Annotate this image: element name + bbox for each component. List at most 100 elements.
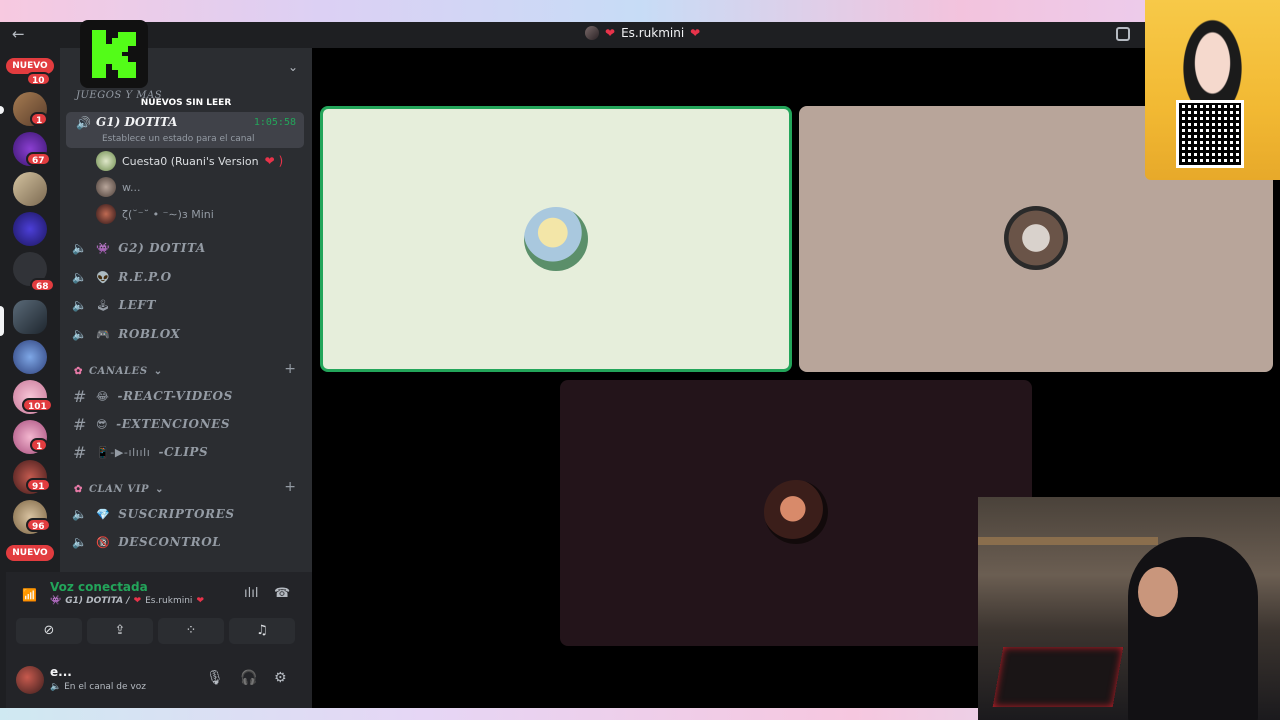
microphone-icon[interactable]: 🎙 <box>206 670 224 686</box>
speaker-icon: 🔈 <box>72 270 88 284</box>
server-icon[interactable] <box>13 340 47 374</box>
add-channel-icon[interactable]: + <box>284 479 296 495</box>
channel-emoji: 📱-▶︎-ılıılı <box>96 445 151 459</box>
server-icon[interactable] <box>13 212 47 246</box>
user-panel: e... 🔈 En el canal de voz 🎙 🎧 ⚙ <box>6 656 312 708</box>
user-status: 🔈 En el canal de voz <box>50 682 146 692</box>
arrow-left-icon[interactable]: ← <box>12 25 25 43</box>
add-channel-icon[interactable]: + <box>284 361 296 377</box>
speaker-icon: 🔈 <box>72 298 88 312</box>
heart-icon: ❤ ) <box>264 154 284 168</box>
voice-member[interactable]: w... <box>96 176 140 198</box>
noise-suppression-icon[interactable]: ılıl <box>244 586 258 601</box>
category-clan-vip[interactable]: ✿ CLAN VIP ⌄ <box>74 480 164 498</box>
voice-channel-descontrol[interactable]: 🔈 🔞 DESCONTROL <box>72 530 221 554</box>
voice-channel-active[interactable]: 🔊 G1) DOTITA 1:05:58 Establece un estado… <box>66 112 304 148</box>
channel-name: DESCONTROL <box>118 535 222 549</box>
text-channel-react-videos[interactable]: # 😂 -REACT-VIDEOS <box>72 384 233 408</box>
webcam-overlay <box>978 497 1280 720</box>
user-name[interactable]: e... <box>50 665 72 679</box>
avatar[interactable] <box>16 666 44 694</box>
member-name: w... <box>122 180 141 194</box>
participant-tile[interactable] <box>560 380 1032 646</box>
speaker-icon: 🔊 <box>76 116 91 130</box>
voice-member[interactable]: ζ(˘⁻˘ • ⁻∼)ɜ Mini <box>96 203 214 225</box>
speaker-icon: 🔈 <box>72 327 88 341</box>
unread-indicator <box>0 106 4 114</box>
avatar <box>96 177 116 197</box>
member-name: ζ(˘⁻˘ • ⁻∼)ɜ Mini <box>122 207 214 221</box>
voice-member[interactable]: Cuesta0 (Ruani's Version ❤ ) <box>96 150 283 172</box>
selected-indicator <box>0 306 4 336</box>
title-center: ❤ Es.rukmini ❤ <box>585 26 700 40</box>
category-name: CLAN VIP <box>88 483 150 495</box>
hash-icon: # <box>72 414 87 434</box>
stream-frame-top <box>0 0 1280 22</box>
voice-channel-repo[interactable]: 🔈 👽 R.E.P.O <box>72 265 172 289</box>
speaker-icon: 🔈 <box>72 535 88 549</box>
screen-share-icon[interactable] <box>1116 27 1130 41</box>
heart-icon: ❤ <box>690 26 701 40</box>
heart-icon: ❤ <box>133 596 142 606</box>
channel-name: -REACT-VIDEOS <box>117 389 233 403</box>
unread-tooltip[interactable]: NUEVOS SIN LEER <box>68 98 304 114</box>
camera-off-button[interactable]: ⊘ <box>16 618 82 644</box>
speaker-icon: 🔈 <box>72 241 88 255</box>
text-channel-extenciones[interactable]: # 😎 -EXTENCIONES <box>72 412 230 436</box>
category-canales[interactable]: ✿ CANALES ⌄ <box>74 362 163 380</box>
mention-badge: 91 <box>26 478 51 492</box>
voice-channel-g2[interactable]: 🔈 👾 G2) DOTITA <box>72 236 206 260</box>
channel-sidebar: ⌄ JUEGOS Y MAS NUEVOS SIN LEER 🔊 G1) DOT… <box>60 48 312 572</box>
channel-emoji: 👾 <box>50 596 62 606</box>
headset-icon[interactable]: 🎧 <box>240 670 257 686</box>
voice-channel-suscriptores[interactable]: 🔈 💎 SUSCRIPTORES <box>72 502 235 526</box>
channel-name: ROBLOX <box>118 327 181 341</box>
channel-emoji: 😎 <box>96 417 109 431</box>
title-bar: ← ❤ Es.rukmini ❤ <box>0 22 1280 48</box>
hash-icon: # <box>72 442 87 462</box>
signal-icon[interactable]: 📶 <box>22 588 37 602</box>
server-icon-active[interactable] <box>13 300 47 334</box>
chevron-down-icon: ⌄ <box>153 365 163 377</box>
share-screen-button[interactable]: ⇪ <box>87 618 153 644</box>
text-channel-clips[interactable]: # 📱-▶︎-ılıılı -CLIPS <box>72 440 208 464</box>
soundboard-button[interactable]: ♫ <box>229 618 295 644</box>
mention-badge: 101 <box>22 398 53 412</box>
voice-channel-left[interactable]: 🔈 🕹 LEFT <box>72 293 156 317</box>
mention-badge: 68 <box>30 278 55 292</box>
mention-badge: 1 <box>30 438 49 452</box>
channel-emoji: 💎 <box>96 507 111 521</box>
avatar <box>764 480 828 544</box>
voice-channel-path: G1) DOTITA / <box>65 596 130 606</box>
server-icon[interactable] <box>13 172 47 206</box>
channel-name: SUSCRIPTORES <box>118 507 235 521</box>
channel-emoji: 👾 <box>96 241 111 255</box>
voice-connected-title[interactable]: Voz conectada <box>50 580 148 594</box>
disconnect-icon[interactable]: ☎ <box>274 586 290 601</box>
participant-tile-speaking[interactable] <box>320 106 792 372</box>
title-avatar <box>585 26 599 40</box>
gear-icon[interactable]: ⚙ <box>274 670 287 686</box>
channel-emoji: 👽 <box>96 270 111 284</box>
chevron-down-icon[interactable]: ⌄ <box>288 60 298 74</box>
category-name: CANALES <box>88 365 148 377</box>
avatar <box>96 151 116 171</box>
member-name: Cuesta0 (Ruani's Version <box>122 154 259 168</box>
voice-channel-roblox[interactable]: 🔈 🎮 ROBLOX <box>72 322 180 346</box>
channel-status[interactable]: Establece un estado para el canal <box>102 134 255 144</box>
shelf <box>978 537 1158 545</box>
window-title: Es.rukmini <box>621 26 685 40</box>
channel-emoji: 🕹 <box>96 298 111 312</box>
mention-badge: 67 <box>26 152 51 166</box>
mention-badge: 10 <box>26 72 51 86</box>
voice-user: Es.rukmini <box>145 596 193 606</box>
channel-name: LEFT <box>118 298 157 312</box>
avatar <box>96 204 116 224</box>
kick-logo <box>80 20 148 88</box>
voice-connected-channel[interactable]: 👾 G1) DOTITA / ❤ Es.rukmini ❤ <box>50 596 204 606</box>
new-unread-badge[interactable]: NUEVO <box>6 545 54 561</box>
activities-button[interactable]: ⁘ <box>158 618 224 644</box>
call-timer: 1:05:58 <box>253 117 296 128</box>
mention-badge: 1 <box>30 112 49 126</box>
qr-code <box>1176 100 1244 168</box>
